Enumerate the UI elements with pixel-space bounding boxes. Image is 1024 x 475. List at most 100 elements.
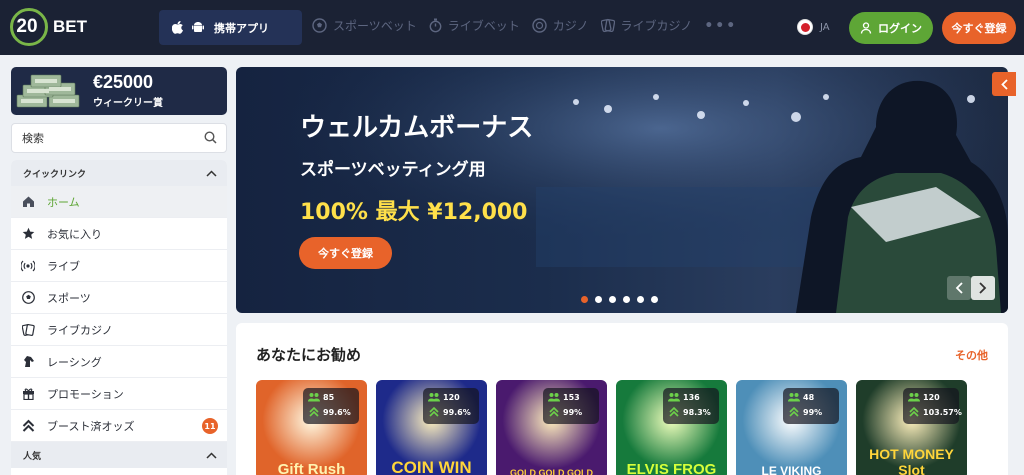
chevron-up-icon <box>206 451 217 459</box>
sidebar-item-home[interactable]: ホーム <box>11 186 227 218</box>
language-code: JA <box>820 21 830 33</box>
game-card[interactable]: 136 98.3% ELVIS FROG <box>616 380 727 475</box>
double-chevron-up-icon <box>22 419 34 432</box>
logo[interactable]: 20 BET <box>10 8 87 46</box>
chevron-left-icon <box>955 282 963 294</box>
sidebar-item-label: ホーム <box>47 195 80 209</box>
sidebar-item-label: お気に入り <box>47 227 102 241</box>
login-button[interactable]: ログイン <box>849 12 933 44</box>
top-bar: 20 BET 携帯アプリ スポーツベット ライブベット カジノ ライブカジノ •… <box>0 0 1024 55</box>
recommended-games-section: あなたにお勧め その他 85 99.6% Gift Rush 120 99.6% COIN… <box>236 323 1008 475</box>
boosted-odds-count-badge: 11 <box>202 418 218 434</box>
players-icon <box>428 393 440 402</box>
carousel-next-button[interactable] <box>971 276 995 300</box>
welcome-bonus-banner[interactable]: ウェルカムボーナス スポーツベッティング用 100% 最大 ¥12,000 今す… <box>236 67 1008 313</box>
game-title: Gift Rush <box>277 461 346 475</box>
sidebar-item-boosted-odds[interactable]: ブースト済オッズ 11 <box>11 410 227 442</box>
players-icon <box>548 393 560 402</box>
search-box <box>11 123 227 153</box>
carousel-dot[interactable] <box>637 296 644 303</box>
sidebar-item-favorites[interactable]: お気に入り <box>11 218 227 250</box>
search-icon[interactable] <box>204 131 217 144</box>
nav-casino[interactable]: カジノ <box>532 17 589 34</box>
carousel-prev-button[interactable] <box>947 276 971 300</box>
sidebar-item-label: ライブカジノ <box>47 323 113 337</box>
game-rtp: 99.6% <box>323 408 351 417</box>
nav-live-bet-label: ライブベット <box>447 19 520 33</box>
sidebar-menu: クイックリンク ホーム お気に入り ライブ スポーツ ライブカジノ レーシング … <box>11 160 227 475</box>
carousel-arrows <box>947 276 995 300</box>
chevron-left-icon <box>1000 78 1008 90</box>
popular-header[interactable]: 人気 <box>11 442 227 468</box>
nav-casino-label: カジノ <box>552 19 589 33</box>
soccer-ball-icon <box>312 18 327 33</box>
nav-sports-bet[interactable]: スポーツベット <box>312 17 417 34</box>
chevron-right-icon <box>979 282 987 294</box>
live-broadcast-icon <box>21 260 35 271</box>
main-nav: スポーツベット ライブベット カジノ ライブカジノ ••• <box>312 17 737 34</box>
game-player-count: 48 <box>803 393 815 402</box>
weekly-prize-banner[interactable]: €25000 ウィークリー賞 <box>11 67 227 115</box>
sidebar-item-sports[interactable]: スポーツ <box>11 282 227 314</box>
banner-subtitle: スポーツベッティング用 <box>300 160 486 180</box>
home-icon <box>22 196 34 207</box>
weekly-prize-amount: €25000 <box>93 72 154 92</box>
signup-button[interactable]: 今すぐ登録 <box>942 12 1016 44</box>
quick-links-title: クイックリンク <box>23 169 87 180</box>
sidebar-item-live[interactable]: ライブ <box>11 250 227 282</box>
collapse-panel-button[interactable] <box>992 72 1016 96</box>
soccer-ball-icon <box>21 291 35 304</box>
carousel-dot[interactable] <box>651 296 658 303</box>
game-card[interactable]: 85 99.6% Gift Rush <box>256 380 367 475</box>
nav-live-casino-label: ライブカジノ <box>620 19 693 33</box>
popular-title: 人気 <box>23 451 42 462</box>
sidebar-item-live-casino[interactable]: ライブカジノ <box>11 314 227 346</box>
game-card[interactable]: 48 99% LE VIKING <box>736 380 847 475</box>
carousel-dot[interactable] <box>623 296 630 303</box>
game-player-count: 120 <box>923 393 940 402</box>
banner-signup-button[interactable]: 今すぐ登録 <box>299 237 392 269</box>
more-menu-button[interactable]: ••• <box>704 18 737 34</box>
section-title: あなたにお勧め <box>256 346 362 364</box>
see-more-link[interactable]: その他 <box>955 347 988 363</box>
nav-live-casino[interactable]: ライブカジノ <box>600 17 693 34</box>
android-icon <box>192 22 204 32</box>
search-input[interactable] <box>22 124 192 152</box>
game-card[interactable]: 120 99.6% COIN WIN <box>376 380 487 475</box>
rtp-icon <box>789 407 799 417</box>
money-stack-icon <box>16 74 80 108</box>
banner-bonus-amount: 100% 最大 ¥12,000 <box>300 200 528 225</box>
game-title: ELVIS FROG <box>626 461 717 475</box>
game-stats: 153 99% <box>543 388 599 424</box>
star-icon <box>22 227 34 239</box>
logo-text: BET <box>53 17 87 36</box>
nav-sports-bet-label: スポーツベット <box>333 19 417 33</box>
rtp-icon <box>309 407 319 417</box>
carousel-dot[interactable] <box>581 296 588 303</box>
mobile-app-label: 携帯アプリ <box>214 21 269 35</box>
apple-icon <box>172 21 183 34</box>
stadium-background <box>236 67 1008 313</box>
weekly-prize-label: ウィークリー賞 <box>93 98 163 109</box>
game-rtp: 98.3% <box>683 408 711 417</box>
sidebar-item-label: ブースト済オッズ <box>47 419 135 433</box>
japan-flag-icon <box>797 19 813 35</box>
game-player-count: 153 <box>563 393 580 402</box>
mobile-app-button[interactable]: 携帯アプリ <box>159 10 302 45</box>
horse-icon <box>23 356 34 367</box>
game-card[interactable]: 120 103.57% HOT MONEY Slot <box>856 380 967 475</box>
game-player-count: 136 <box>683 393 700 402</box>
stopwatch-icon <box>429 18 442 33</box>
quick-links-header[interactable]: クイックリンク <box>11 160 227 186</box>
sidebar-item-racing[interactable]: レーシング <box>11 346 227 378</box>
carousel-dot[interactable] <box>609 296 616 303</box>
user-icon <box>860 22 872 34</box>
carousel-dot[interactable] <box>595 296 602 303</box>
sidebar-item-promotions[interactable]: プロモーション <box>11 378 227 410</box>
sidebar-item-label: プロモーション <box>47 387 124 401</box>
language-selector[interactable]: JA <box>797 19 830 35</box>
game-card[interactable]: 153 99% GOLD GOLD GOLD <box>496 380 607 475</box>
players-icon <box>668 393 680 402</box>
nav-live-bet[interactable]: ライブベット <box>429 17 520 34</box>
game-player-count: 120 <box>443 393 460 402</box>
